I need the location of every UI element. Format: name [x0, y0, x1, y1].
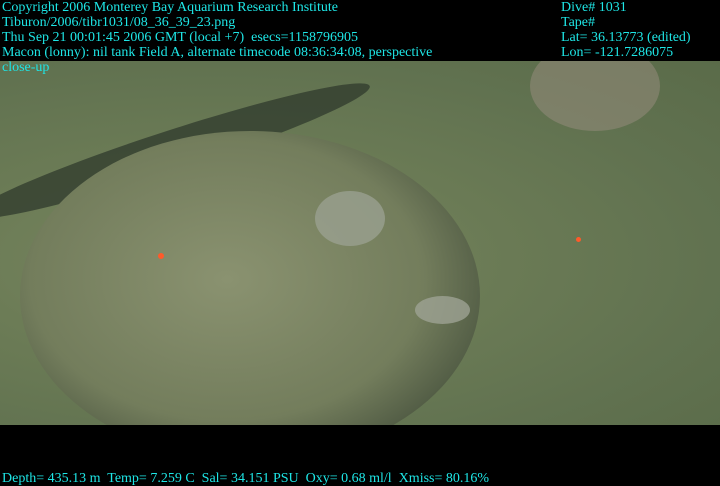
dive-number: Dive# 1031 [561, 0, 627, 15]
overlay-line: Tiburon/2006/tibr1031/08_36_39_23.png [2, 15, 236, 30]
sensor-readout: Depth= 435.13 m Temp= 7.259 C Sal= 34.15… [2, 471, 490, 486]
tape-number: Tape# [561, 15, 596, 30]
laser-dot [158, 253, 164, 259]
overlay-line: close-up [2, 60, 50, 75]
fish-fin [530, 61, 660, 131]
overlay-line: Thu Sep 21 00:01:45 2006 GMT (local +7) … [2, 30, 359, 45]
overlay-line: Copyright 2006 Monterey Bay Aquarium Res… [2, 0, 338, 15]
tank-valve [315, 191, 385, 246]
tank-fitting [415, 296, 470, 324]
seafloor-image [0, 61, 720, 425]
latitude: Lat= 36.13773 (edited) [561, 30, 691, 45]
laser-dot [576, 237, 581, 242]
longitude: Lon= -121.7286075 [561, 45, 674, 60]
video-frame: Copyright 2006 Monterey Bay Aquarium Res… [0, 0, 720, 486]
overlay-line: Macon (lonny): nil tank Field A, alterna… [2, 45, 433, 60]
